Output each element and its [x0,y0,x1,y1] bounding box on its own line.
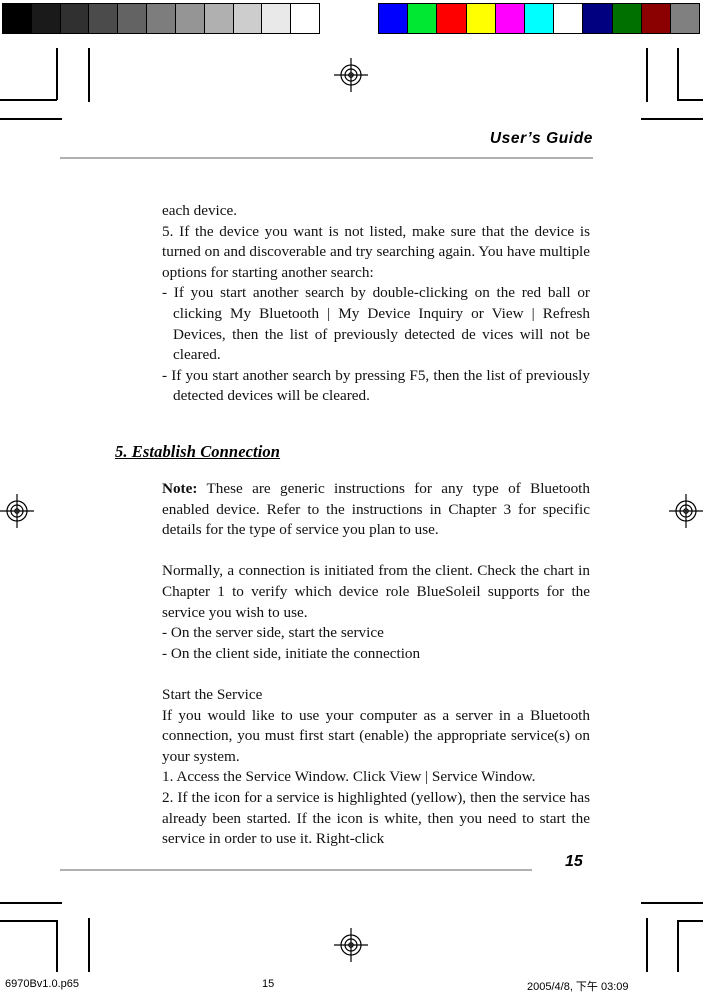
grayscale-calibration-bar-swatch-8 [233,4,263,33]
status-timestamp: 2005/4/8, 下午 03:09 [527,981,629,993]
grayscale-calibration-bar [2,3,320,34]
grayscale-calibration-bar-swatch-4 [118,4,148,33]
color-calibration-bar-swatch-7 [583,4,613,33]
grayscale-calibration-bar-swatch-3 [89,4,119,33]
paragraph-step-2: 2. If the icon for a service is highligh… [162,788,590,848]
paragraph-connection-intro: Normally, a connection is initiated from… [162,562,590,621]
color-calibration-bar-swatch-3 [466,4,496,33]
header-divider [60,157,593,159]
grayscale-calibration-bar-swatch-1 [31,4,61,33]
bullet-item: - If you start another search by pressin… [162,366,590,405]
note-label: Note: [162,480,198,497]
status-file-name: 6970Bv1.0.p65 [5,978,80,990]
subheading-start-the-service: Start the Service [162,685,263,703]
bullet-item: - On the client side, initiate the conne… [162,644,421,662]
color-calibration-bar-swatch-5 [524,4,555,33]
page-body: each device. 5. If the device you want i… [162,201,590,407]
color-calibration-bar-swatch-1 [408,4,438,33]
color-calibration-bar-swatch-0 [379,4,409,33]
color-calibration-bar-swatch-6 [554,4,584,33]
grayscale-calibration-bar-swatch-7 [204,4,234,33]
scanner-status-bar: 6970Bv1.0.p65 15 2005/4/8, 下午 03:09 [0,978,703,997]
footer-divider [60,869,532,871]
registration-mark-bottom [334,928,368,962]
color-calibration-bar [378,3,700,34]
registration-mark-top [334,58,368,92]
registration-mark-left [0,494,34,528]
color-calibration-bar-swatch-4 [495,4,525,33]
note-body: These are generic instructions for any t… [162,480,590,539]
color-calibration-bar-swatch-2 [437,4,467,33]
bullet-item: - If you start another search by double-… [162,284,590,364]
status-page-number: 15 [262,978,275,990]
grayscale-calibration-bar-swatch-5 [147,4,176,33]
running-header-title: User’s Guide [489,130,593,147]
grayscale-calibration-bar-swatch-6 [175,4,205,33]
crop-mark-top-right [613,48,703,120]
page-number: 15 [565,853,583,870]
color-calibration-bar-swatch-8 [612,4,642,33]
color-calibration-bar-swatch-9 [641,4,671,33]
crop-mark-bottom-right [613,900,703,972]
paragraph-step-1: 1. Access the Service Window. Click View… [162,768,536,786]
paragraph-step-5: 5. If the device you want is not listed,… [162,222,590,281]
crop-mark-bottom-left [0,900,90,972]
bullet-item: - On the server side, start the service [162,624,384,642]
paragraph-continuation: each device. [162,202,238,219]
registration-mark-right [669,494,703,528]
grayscale-calibration-bar-swatch-9 [262,4,292,33]
page-body-lower: Note: These are generic instructions for… [162,479,590,850]
section-heading-establish-connection: 5. Establish Connection [115,442,281,461]
paragraph-note: Note: These are generic instructions for… [162,479,590,541]
page-running-header: User’s Guide [60,130,593,148]
grayscale-calibration-bar-swatch-2 [60,4,90,33]
grayscale-calibration-bar-swatch-0 [3,4,32,33]
crop-mark-top-left [0,48,90,120]
grayscale-calibration-bar-swatch-10 [291,4,319,33]
paragraph-start-service: If you would like to use your computer a… [162,706,590,765]
color-calibration-bar-swatch-10 [670,4,700,33]
